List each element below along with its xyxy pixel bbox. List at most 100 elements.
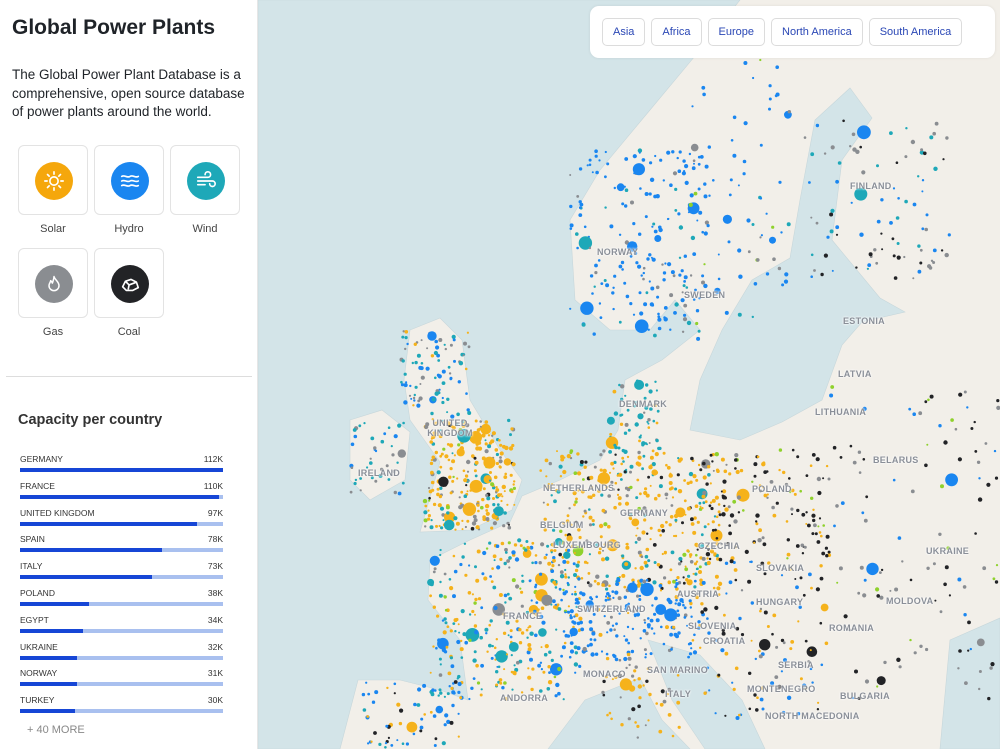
solar-plant-marker[interactable] [732, 687, 736, 692]
wind-plant-marker[interactable] [387, 426, 391, 430]
coal-plant-marker[interactable] [862, 458, 866, 461]
solar-plant-marker[interactable] [669, 568, 673, 572]
wind-plant-marker[interactable] [474, 565, 477, 569]
solar-plant-marker[interactable] [540, 606, 545, 610]
wind-plant-marker[interactable] [390, 445, 393, 448]
capacity-row[interactable]: GERMANY 112K [20, 454, 223, 474]
solar-plant-marker[interactable] [714, 495, 719, 500]
solar-plant-marker[interactable] [564, 575, 568, 579]
solar-plant-marker[interactable] [657, 493, 661, 498]
wind-plant-marker[interactable] [526, 636, 529, 639]
solar-plant-marker[interactable] [772, 513, 777, 518]
gas-plant-marker[interactable] [538, 561, 542, 565]
solar-plant-marker[interactable] [691, 639, 695, 642]
hydro-plant-marker[interactable] [840, 501, 845, 505]
solar-plant-marker[interactable] [446, 443, 450, 446]
hydro-plant-marker[interactable] [653, 229, 658, 234]
gas-plant-marker[interactable] [740, 589, 744, 592]
wind-plant-marker[interactable] [429, 582, 434, 587]
solar-plant-marker[interactable] [720, 457, 725, 462]
solar-plant-marker[interactable] [398, 721, 403, 726]
solar-plant-marker[interactable] [606, 713, 609, 717]
solar-plant-marker[interactable] [461, 519, 464, 523]
hydro-plant-marker[interactable] [662, 642, 666, 646]
hydro-plant-marker[interactable] [857, 125, 871, 140]
hydro-plant-marker[interactable] [589, 627, 594, 632]
coal-plant-marker[interactable] [825, 554, 829, 558]
gas-plant-marker[interactable] [541, 594, 553, 606]
hydro-plant-marker[interactable] [537, 663, 541, 668]
hydro-plant-marker[interactable] [586, 164, 589, 167]
wind-plant-marker[interactable] [439, 553, 442, 557]
wind-plant-marker[interactable] [636, 383, 640, 387]
solar-plant-marker[interactable] [666, 465, 671, 470]
solar-plant-marker[interactable] [534, 554, 538, 557]
capacity-row[interactable]: ITALY 73K [20, 561, 223, 581]
solar-plant-marker[interactable] [472, 437, 476, 441]
coal-plant-marker[interactable] [819, 621, 823, 625]
gas-plant-marker[interactable] [838, 566, 843, 571]
hydro-plant-marker[interactable] [693, 162, 695, 165]
biomass-plant-marker[interactable] [428, 499, 431, 502]
coal-plant-marker[interactable] [428, 496, 431, 500]
gas-plant-marker[interactable] [904, 155, 908, 159]
hydro-plant-marker[interactable] [639, 187, 642, 190]
solar-plant-marker[interactable] [639, 565, 644, 571]
wind-plant-marker[interactable] [713, 515, 717, 518]
hydro-plant-marker[interactable] [638, 291, 642, 295]
hydro-plant-marker[interactable] [697, 187, 701, 191]
hydro-plant-marker[interactable] [410, 397, 413, 400]
fuel-filter-wind[interactable] [170, 145, 240, 215]
coal-plant-marker[interactable] [804, 639, 808, 643]
coal-plant-marker[interactable] [718, 557, 723, 562]
wind-plant-marker[interactable] [685, 286, 689, 289]
wind-plant-marker[interactable] [645, 383, 649, 387]
solar-plant-marker[interactable] [637, 455, 642, 460]
solar-plant-marker[interactable] [428, 489, 433, 494]
hydro-plant-marker[interactable] [416, 403, 421, 408]
gas-plant-marker[interactable] [637, 450, 641, 455]
wind-plant-marker[interactable] [546, 687, 551, 691]
region-button-north-america[interactable]: North America [771, 18, 863, 46]
hydro-plant-marker[interactable] [371, 700, 376, 704]
hydro-plant-marker[interactable] [880, 198, 884, 202]
solar-plant-marker[interactable] [621, 573, 626, 578]
hydro-plant-marker[interactable] [638, 151, 641, 154]
solar-plant-marker[interactable] [649, 538, 652, 541]
solar-plant-marker[interactable] [474, 613, 476, 616]
coal-plant-marker[interactable] [799, 576, 803, 580]
coal-plant-marker[interactable] [720, 490, 723, 493]
gas-plant-marker[interactable] [412, 396, 416, 400]
solar-plant-marker[interactable] [502, 631, 507, 635]
coal-plant-marker[interactable] [823, 253, 829, 258]
solar-plant-marker[interactable] [739, 468, 744, 473]
coal-plant-marker[interactable] [710, 506, 714, 511]
solar-plant-marker[interactable] [504, 445, 509, 451]
gas-plant-marker[interactable] [432, 570, 436, 574]
solar-plant-marker[interactable] [563, 641, 567, 645]
hydro-plant-marker[interactable] [835, 179, 839, 184]
gas-plant-marker[interactable] [849, 145, 852, 148]
hydro-plant-marker[interactable] [576, 246, 579, 250]
hydro-plant-marker[interactable] [795, 585, 799, 590]
solar-plant-marker[interactable] [431, 455, 436, 460]
hydro-plant-marker[interactable] [707, 145, 711, 149]
wind-plant-marker[interactable] [641, 441, 646, 446]
hydro-plant-marker[interactable] [615, 634, 619, 638]
hydro-plant-marker[interactable] [688, 152, 692, 156]
solar-plant-marker[interactable] [809, 464, 813, 468]
wind-plant-marker[interactable] [505, 620, 510, 625]
solar-plant-marker[interactable] [704, 500, 708, 504]
solar-plant-marker[interactable] [620, 723, 624, 727]
solar-plant-marker[interactable] [483, 475, 492, 484]
solar-plant-marker[interactable] [637, 684, 642, 689]
gas-plant-marker[interactable] [930, 259, 934, 262]
solar-plant-marker[interactable] [679, 457, 683, 462]
coal-plant-marker[interactable] [794, 578, 797, 580]
region-button-south-america[interactable]: South America [868, 18, 963, 46]
solar-plant-marker[interactable] [656, 563, 661, 567]
hydro-plant-marker[interactable] [530, 599, 533, 602]
solar-plant-marker[interactable] [463, 478, 468, 483]
biomass-plant-marker[interactable] [444, 608, 448, 612]
wind-plant-marker[interactable] [370, 436, 375, 441]
